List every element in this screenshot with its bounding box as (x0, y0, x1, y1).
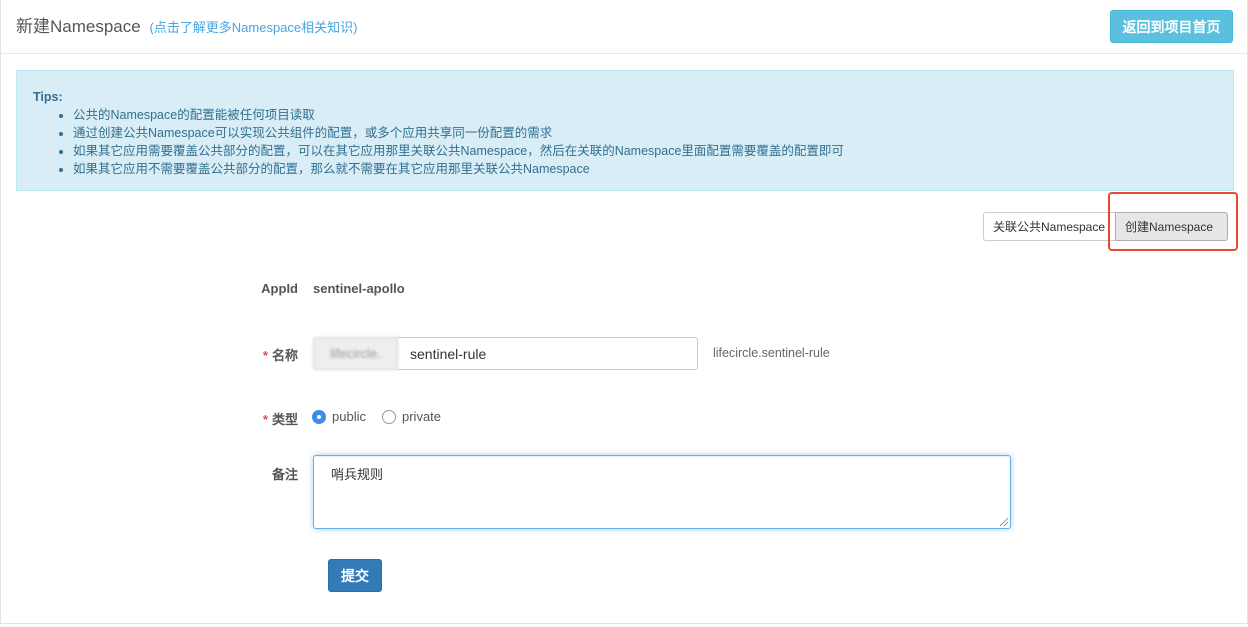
help-link[interactable]: (点击了解更多Namespace相关知识) (149, 20, 357, 35)
namespace-name-input[interactable]: sentinel-rule (398, 337, 698, 370)
tips-alert: Tips: 公共的Namespace的配置能被任何项目读取 通过创建公共Name… (16, 70, 1234, 191)
tips-item: 如果其它应用不需要覆盖公共部分的配置，那么就不需要在其它应用那里关联公共Name… (73, 160, 1217, 178)
name-label-text: 名称 (271, 348, 298, 363)
tips-title: Tips: (33, 90, 63, 104)
type-private-radio[interactable]: private (382, 409, 441, 424)
appid-label: AppId (261, 281, 298, 296)
resize-grip-icon[interactable] (1000, 518, 1008, 526)
tips-list: 公共的Namespace的配置能被任何项目读取 通过创建公共Namespace可… (33, 106, 1217, 178)
submit-button[interactable]: 提交 (328, 559, 382, 592)
page-title: 新建Namespace (点击了解更多Namespace相关知识) (16, 12, 357, 37)
panel-header: 新建Namespace (点击了解更多Namespace相关知识) 返回到项目首… (1, 0, 1247, 54)
back-to-project-button[interactable]: 返回到项目首页 (1110, 10, 1233, 43)
highlight-annotation (1108, 192, 1238, 251)
required-mark: * (262, 412, 268, 427)
tips-item: 通过创建公共Namespace可以实现公共组件的配置，或多个应用共享同一份配置的… (73, 124, 1217, 142)
type-public-label: public (332, 409, 366, 424)
comment-label: 备注 (271, 467, 298, 482)
type-label-text: 类型 (271, 412, 298, 427)
appid-value: sentinel-apollo (313, 281, 405, 296)
namespace-prefix: lifecircle. (313, 337, 398, 370)
type-private-label: private (402, 409, 442, 424)
tips-item: 如果其它应用需要覆盖公共部分的配置，可以在其它应用那里关联公共Namespace… (73, 142, 1217, 160)
radio-unchecked-icon[interactable] (382, 409, 396, 424)
name-label: * 名称 (238, 345, 298, 364)
tips-item: 公共的Namespace的配置能被任何项目读取 (73, 106, 1217, 124)
create-namespace-panel: 新建Namespace (点击了解更多Namespace相关知识) 返回到项目首… (0, 0, 1248, 624)
comment-text: 哨兵规则 (331, 467, 384, 482)
required-mark: * (262, 348, 268, 363)
associate-public-namespace-button[interactable]: 关联公共Namespace (983, 212, 1116, 241)
type-label: * 类型 (238, 409, 298, 428)
radio-checked-icon[interactable] (312, 409, 326, 424)
namespace-name-input-group: lifecircle. sentinel-rule (313, 337, 698, 370)
comment-textarea[interactable]: 哨兵规则 (313, 455, 1011, 529)
namespace-full-name: lifecircle.sentinel-rule (713, 346, 830, 360)
type-public-radio[interactable]: public (312, 409, 366, 424)
page-title-text: 新建Namespace (16, 17, 141, 36)
